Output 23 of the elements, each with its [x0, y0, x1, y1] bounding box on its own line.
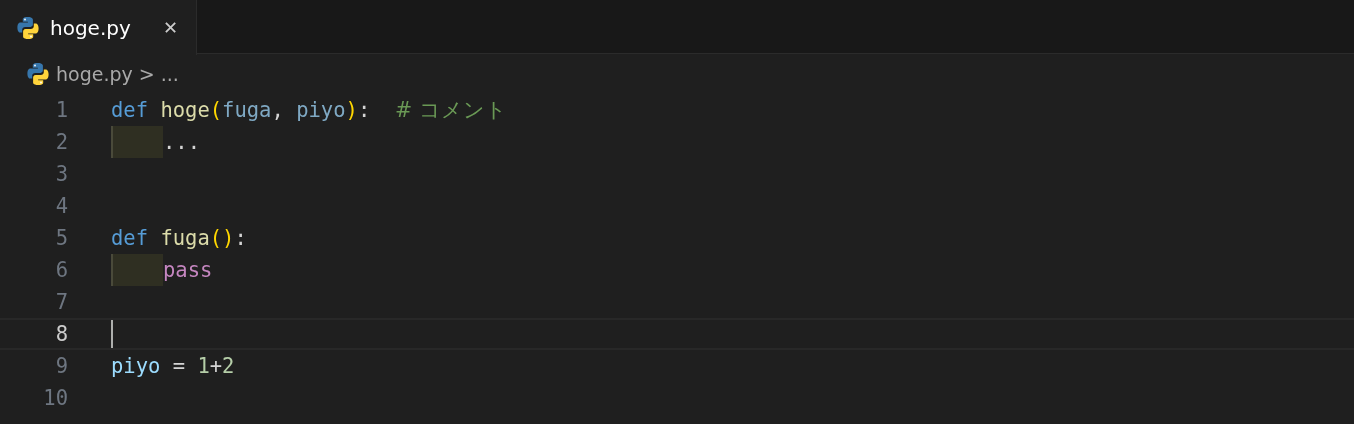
line-number: 5	[54, 226, 68, 250]
close-button[interactable]: ✕	[158, 15, 182, 40]
python-icon	[26, 62, 50, 86]
code-line: def fuga():	[111, 226, 247, 250]
line-number: 9	[54, 354, 68, 378]
line-number: 8	[54, 322, 68, 346]
breadcrumb-item[interactable]: ...	[160, 63, 179, 85]
code-line: def hoge(fuga, piyo): # コメント	[111, 97, 507, 124]
code-line: pass	[163, 258, 213, 282]
editor-tab[interactable]: hoge.py ✕	[0, 0, 197, 55]
code-line: ...	[163, 130, 201, 154]
text-cursor	[111, 320, 113, 348]
line-number: 7	[54, 290, 68, 314]
breadcrumb-separator: >	[138, 63, 155, 85]
code-line: piyo = 1+2	[111, 354, 235, 378]
line-number: 1	[54, 98, 68, 122]
line-number: 2	[54, 130, 68, 154]
line-number: 6	[54, 258, 68, 282]
line-number: 10	[42, 386, 68, 410]
breadcrumb-item[interactable]: hoge.py	[56, 63, 133, 85]
line-number: 4	[54, 194, 68, 218]
python-icon	[16, 15, 40, 40]
line-number: 3	[54, 162, 68, 186]
